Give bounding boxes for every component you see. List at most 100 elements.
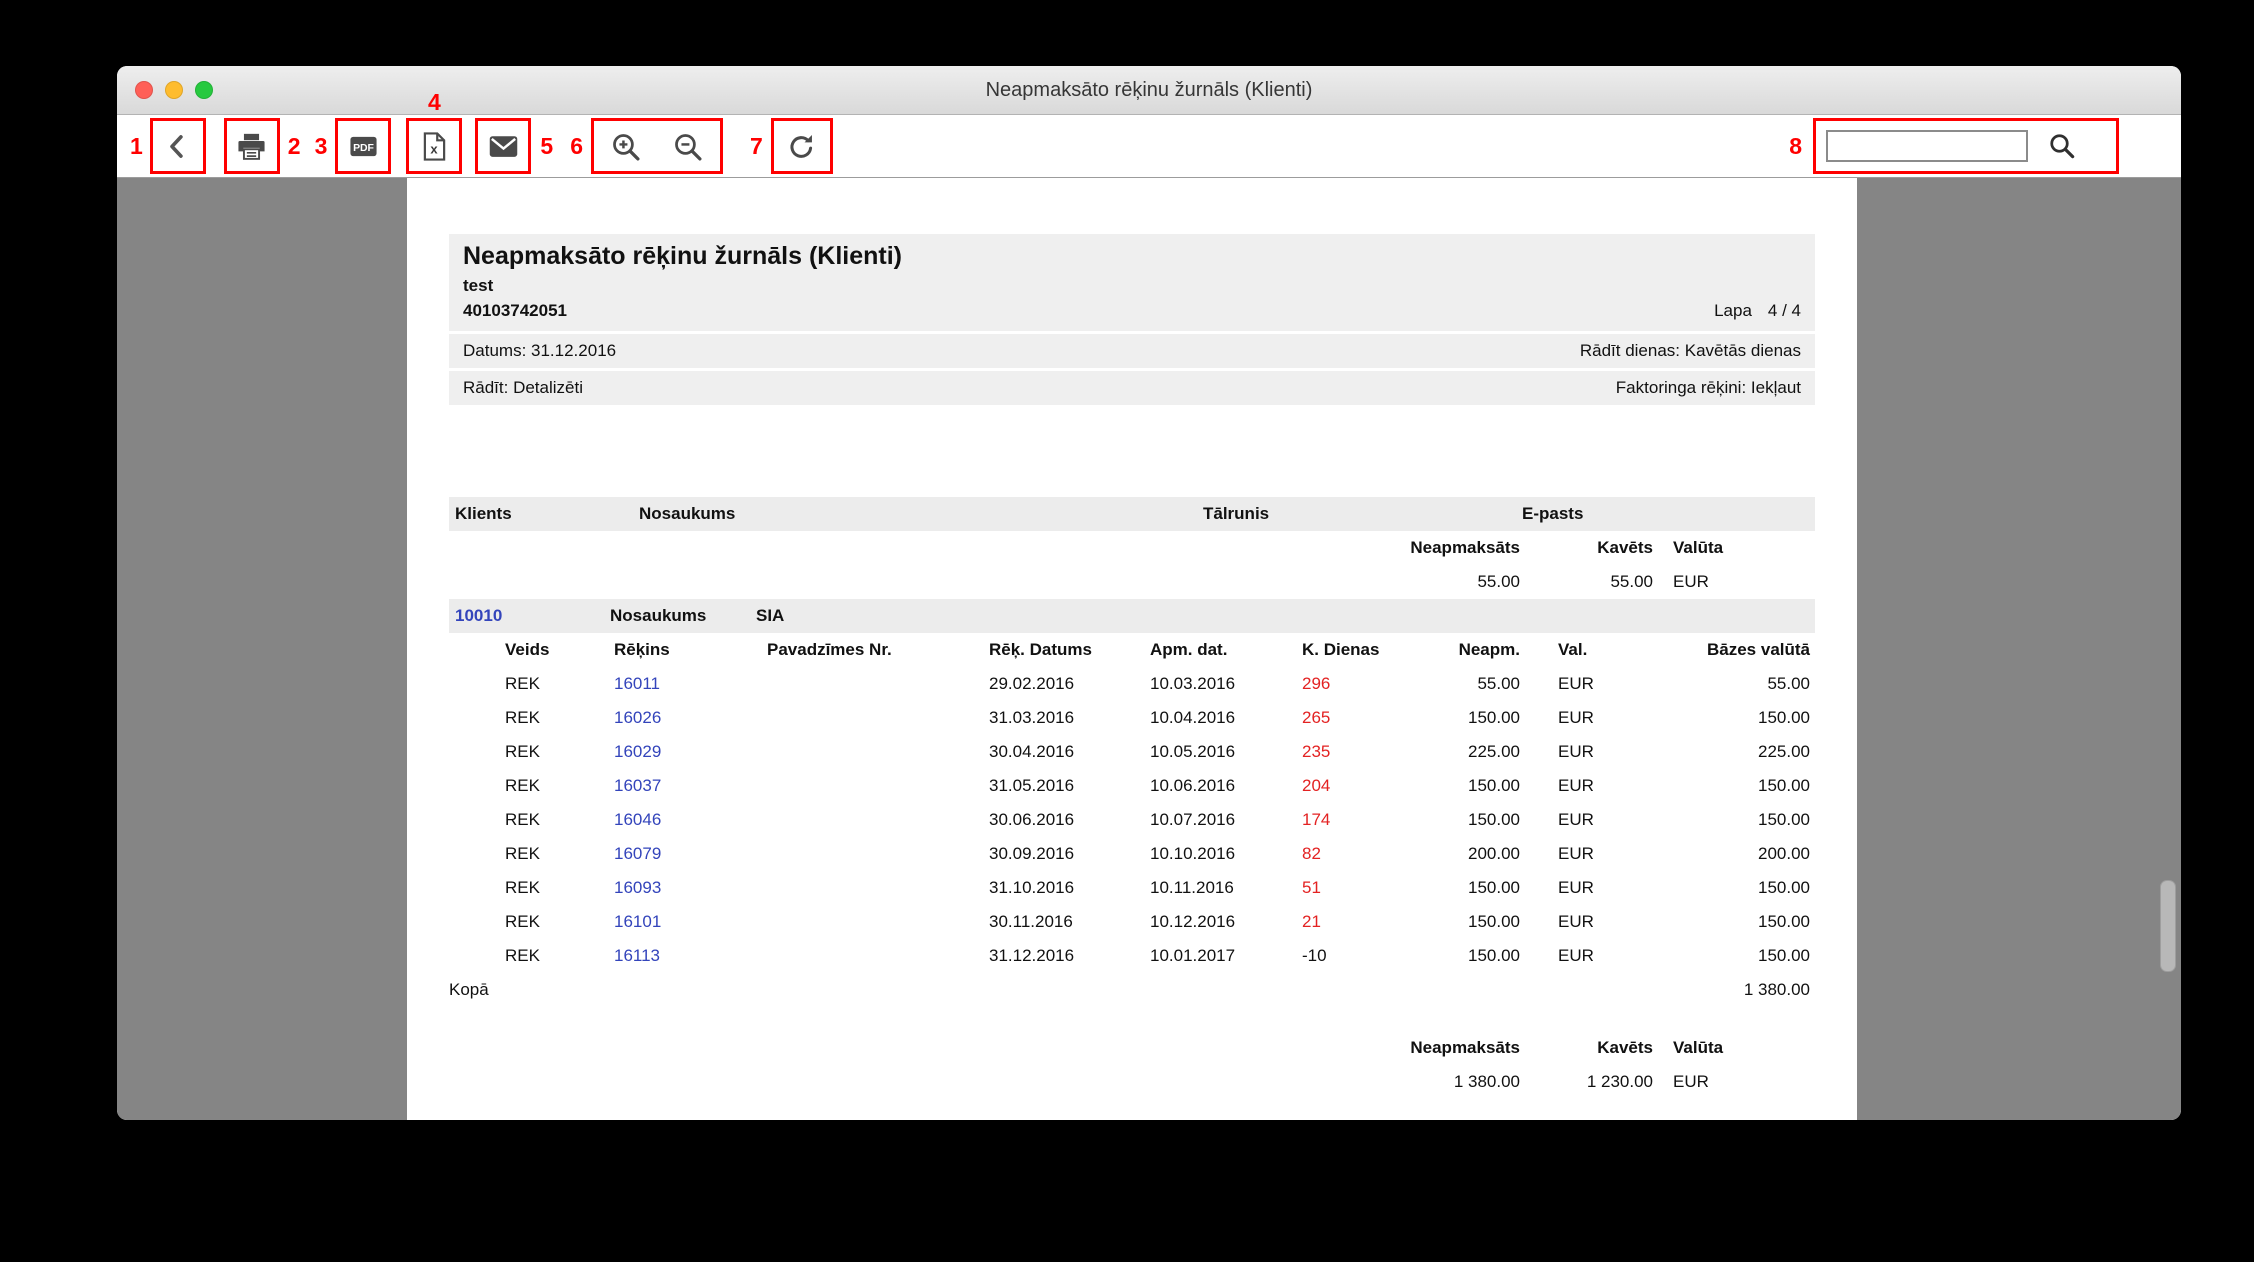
invoice-number-link[interactable]: 16113 bbox=[614, 946, 660, 965]
back-button[interactable] bbox=[154, 122, 202, 170]
report-factoring-mode: Faktoringa rēķini: Iekļaut bbox=[1616, 378, 1801, 398]
cell-val: EUR bbox=[1522, 837, 1649, 871]
annotation-box-zoom bbox=[591, 118, 723, 174]
window-title: Neapmaksāto rēķinu žurnāls (Klienti) bbox=[986, 79, 1313, 102]
client-code-link[interactable]: 10010 bbox=[455, 606, 502, 626]
print-button[interactable] bbox=[228, 122, 276, 170]
value-neapmaksats-bottom: 1 380.00 bbox=[449, 1072, 1522, 1092]
annotation-7: 7 bbox=[750, 135, 763, 158]
vertical-scrollbar[interactable] bbox=[2160, 880, 2176, 972]
cell-pavadzimes bbox=[764, 667, 984, 701]
invoice-table: Veids Rēķins Pavadzīmes Nr. Rēķ. Datums … bbox=[449, 633, 1815, 1007]
close-window-button[interactable] bbox=[135, 81, 153, 99]
cell-val: EUR bbox=[1522, 735, 1649, 769]
report-detail-mode: Rādīt: Detalizēti bbox=[463, 378, 583, 398]
zoom-in-button[interactable] bbox=[602, 122, 650, 170]
cell-veids: REK bbox=[449, 701, 609, 735]
cell-veids: REK bbox=[449, 803, 609, 837]
cell-neapm: 150.00 bbox=[1409, 939, 1522, 973]
invoice-number-link[interactable]: 16026 bbox=[614, 708, 661, 727]
cell-val: EUR bbox=[1522, 769, 1649, 803]
value-valuta: EUR bbox=[1673, 572, 1709, 592]
report-preview-area: Neapmaksāto rēķinu žurnāls (Klienti) tes… bbox=[117, 178, 2181, 1120]
label-valuta-bottom: Valūta bbox=[1673, 1038, 1723, 1058]
report-title: Neapmaksāto rēķinu žurnāls (Klienti) bbox=[463, 242, 1801, 271]
annotation-5: 5 bbox=[540, 135, 553, 158]
cell-rekins: 16093 bbox=[609, 871, 764, 905]
cell-bazes: 150.00 bbox=[1649, 769, 1815, 803]
cell-apm-dat: 10.10.2016 bbox=[1144, 837, 1299, 871]
cell-rek-datums: 30.11.2016 bbox=[984, 905, 1144, 939]
annotation-1: 1 bbox=[130, 135, 143, 158]
zoom-out-button[interactable] bbox=[664, 122, 712, 170]
cell-apm-dat: 10.06.2016 bbox=[1144, 769, 1299, 803]
app-window: Neapmaksāto rēķinu žurnāls (Klienti) 1 2 bbox=[117, 66, 2181, 1120]
search-button[interactable] bbox=[2042, 126, 2082, 166]
cell-val: EUR bbox=[1522, 871, 1649, 905]
annotation-6: 6 bbox=[570, 135, 583, 158]
cell-pavadzimes bbox=[764, 769, 984, 803]
cell-k-dienas: 265 bbox=[1299, 701, 1409, 735]
toolbar: 1 2 3 PD bbox=[117, 115, 2181, 178]
invoice-number-link[interactable]: 16037 bbox=[614, 776, 661, 795]
invoice-number-link[interactable]: 16079 bbox=[614, 844, 661, 863]
page-indicator: Lapa4 / 4 bbox=[1714, 301, 1801, 321]
cell-pavadzimes bbox=[764, 905, 984, 939]
cell-bazes: 150.00 bbox=[1649, 803, 1815, 837]
annotation-2: 2 bbox=[288, 135, 301, 158]
zoom-window-button[interactable] bbox=[195, 81, 213, 99]
client-name-label: Nosaukums bbox=[610, 606, 706, 626]
page-value: 4 / 4 bbox=[1768, 301, 1801, 320]
summary-header-top: Neapmaksāts Kavēts Valūta bbox=[449, 531, 1815, 565]
annotation-4: 4 bbox=[428, 91, 441, 114]
invoice-row: REK 16079 30.09.2016 10.10.2016 82 200.0… bbox=[449, 837, 1815, 871]
annotation-box-excel: x bbox=[406, 118, 462, 174]
cell-val: EUR bbox=[1522, 905, 1649, 939]
report-company: test bbox=[463, 276, 1801, 296]
pdf-icon: PDF bbox=[347, 130, 380, 163]
excel-export-button[interactable]: x bbox=[410, 122, 458, 170]
cell-k-dienas: 51 bbox=[1299, 871, 1409, 905]
cell-k-dienas: 21 bbox=[1299, 905, 1409, 939]
search-input[interactable] bbox=[1826, 130, 2028, 162]
cell-veids: REK bbox=[449, 667, 609, 701]
cell-apm-dat: 10.11.2016 bbox=[1144, 871, 1299, 905]
invoice-number-link[interactable]: 16029 bbox=[614, 742, 661, 761]
value-kavets: 55.00 bbox=[1522, 572, 1655, 592]
col-bazes: Bāzes valūtā bbox=[1649, 633, 1815, 667]
invoice-number-link[interactable]: 16011 bbox=[614, 674, 660, 693]
client-band: 10010 Nosaukums SIA bbox=[449, 599, 1815, 633]
refresh-icon bbox=[785, 130, 818, 163]
refresh-button[interactable] bbox=[778, 122, 826, 170]
value-kavets-bottom: 1 230.00 bbox=[1522, 1072, 1655, 1092]
svg-text:x: x bbox=[430, 141, 438, 156]
report-page: Neapmaksāto rēķinu žurnāls (Klienti) tes… bbox=[407, 178, 1857, 1120]
cell-neapm: 200.00 bbox=[1409, 837, 1522, 871]
invoice-row: REK 16101 30.11.2016 10.12.2016 21 150.0… bbox=[449, 905, 1815, 939]
titlebar: Neapmaksāto rēķinu žurnāls (Klienti) bbox=[117, 66, 2181, 115]
cell-val: EUR bbox=[1522, 667, 1649, 701]
cell-rekins: 16079 bbox=[609, 837, 764, 871]
cell-rek-datums: 31.03.2016 bbox=[984, 701, 1144, 735]
pdf-button[interactable]: PDF bbox=[339, 122, 387, 170]
annotation-box-mail bbox=[475, 118, 531, 174]
invoice-row: REK 16037 31.05.2016 10.06.2016 204 150.… bbox=[449, 769, 1815, 803]
invoice-number-link[interactable]: 16046 bbox=[614, 810, 661, 829]
col-rekins: Rēķins bbox=[609, 633, 764, 667]
annotation-3: 3 bbox=[315, 135, 328, 158]
header-klients: Klients bbox=[455, 504, 512, 524]
cell-bazes: 150.00 bbox=[1649, 701, 1815, 735]
annotation-box-pdf: PDF bbox=[335, 118, 391, 174]
invoice-number-link[interactable]: 16101 bbox=[614, 912, 661, 931]
cell-veids: REK bbox=[449, 837, 609, 871]
excel-icon: x bbox=[418, 130, 451, 163]
envelope-icon bbox=[487, 130, 520, 163]
label-neapmaksats: Neapmaksāts bbox=[449, 538, 1522, 558]
cell-veids: REK bbox=[449, 939, 609, 973]
invoice-number-link[interactable]: 16093 bbox=[614, 878, 661, 897]
cell-rekins: 16011 bbox=[609, 667, 764, 701]
col-veids: Veids bbox=[449, 633, 609, 667]
minimize-window-button[interactable] bbox=[165, 81, 183, 99]
cell-veids: REK bbox=[449, 905, 609, 939]
email-button[interactable] bbox=[479, 122, 527, 170]
